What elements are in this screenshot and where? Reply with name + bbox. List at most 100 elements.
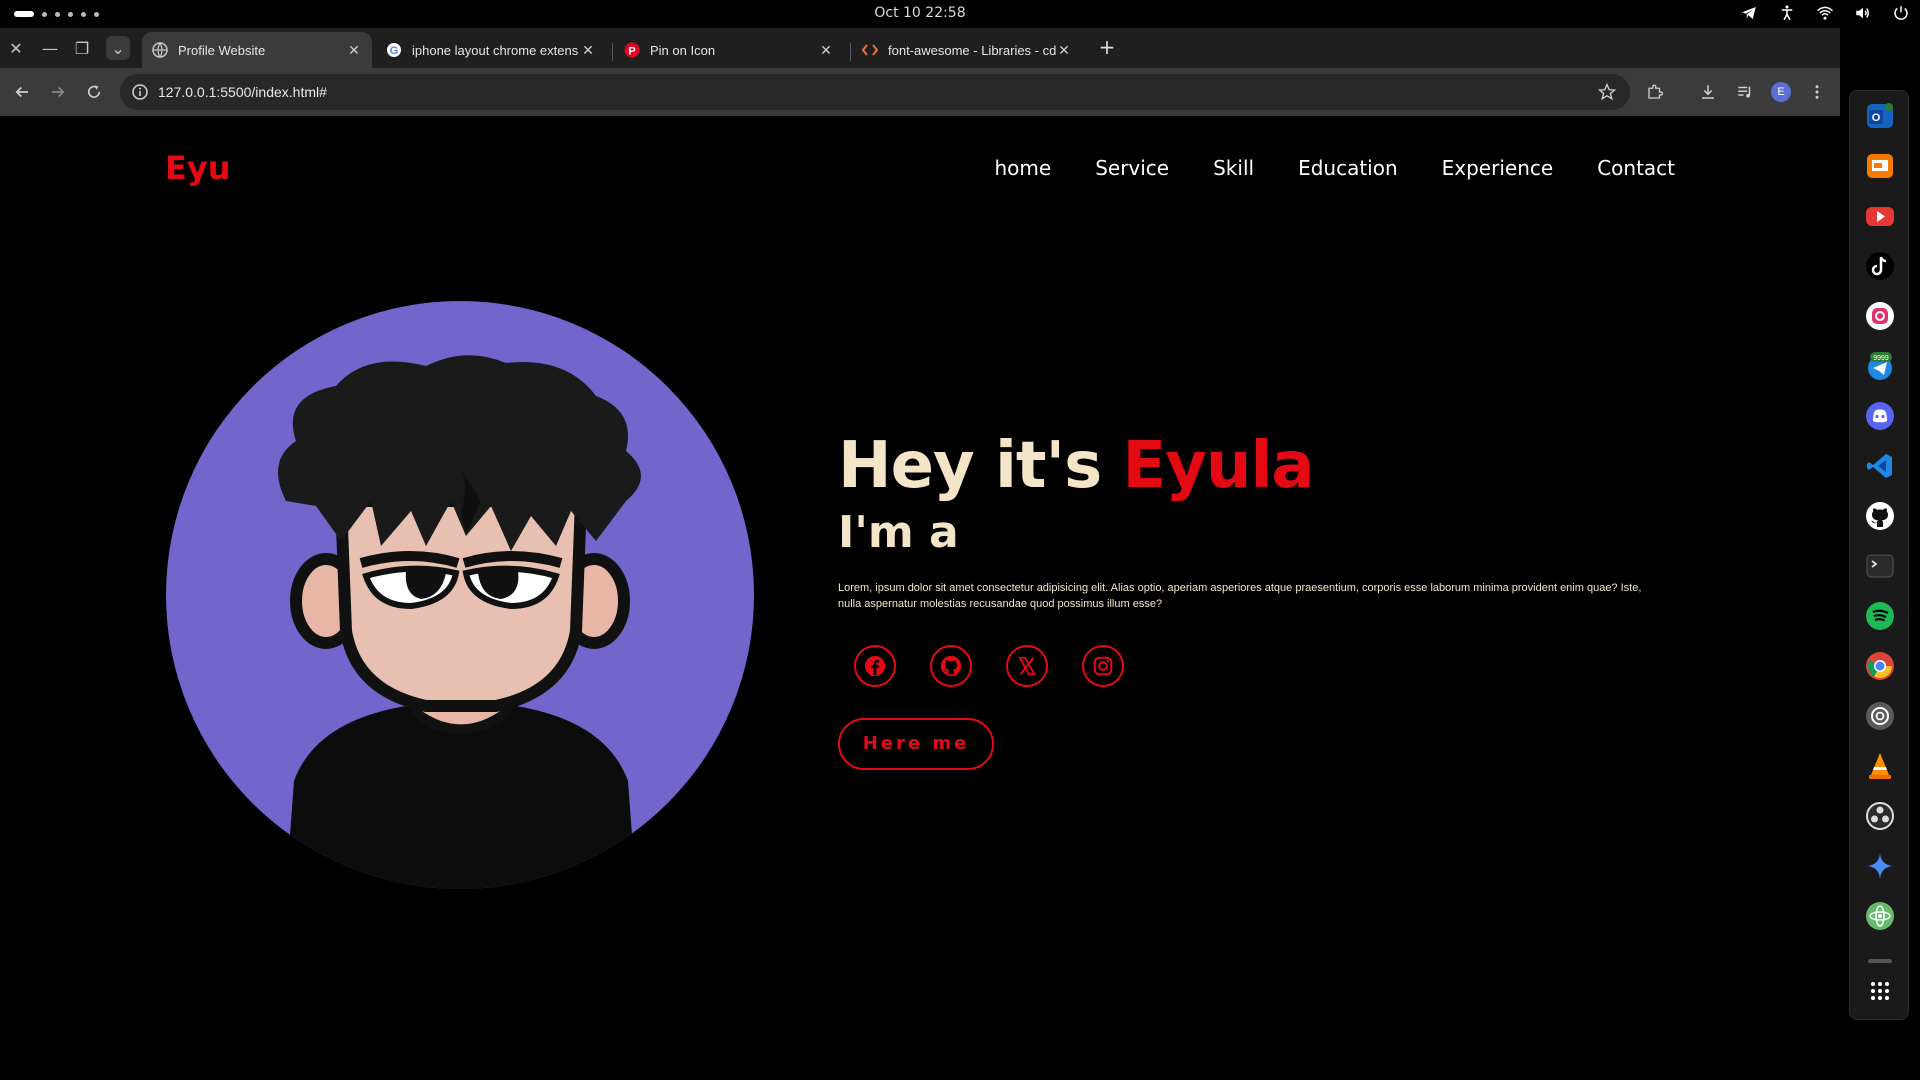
arrow-right-icon xyxy=(52,86,65,98)
media-controls-button[interactable] xyxy=(1731,78,1759,106)
tab-iphone-layout[interactable]: G iphone layout chrome extens ✕ xyxy=(376,32,606,68)
facebook-link[interactable] xyxy=(854,645,896,687)
dock-atom[interactable] xyxy=(1865,901,1895,931)
dock-chatgpt[interactable] xyxy=(1865,701,1895,731)
x-icon xyxy=(1018,656,1036,676)
x-link[interactable] xyxy=(1006,645,1048,687)
nav-home[interactable]: home xyxy=(994,156,1051,180)
hero-heading: Hey it's Eyula xyxy=(838,429,1658,503)
url-text[interactable]: 127.0.0.1:5500/index.html# xyxy=(158,84,1598,100)
close-tab-icon[interactable]: ✕ xyxy=(1056,42,1072,59)
back-button[interactable] xyxy=(8,78,36,106)
reload-button[interactable] xyxy=(80,78,108,106)
chatgpt-icon xyxy=(1866,702,1894,730)
system-top-bar: Oct 10 22:58 xyxy=(0,0,1920,28)
telegram-icon[interactable] xyxy=(1740,4,1758,22)
nav-contact[interactable]: Contact xyxy=(1597,156,1675,180)
more-vert-icon xyxy=(1815,85,1819,99)
tab-profile-website[interactable]: Profile Website ✕ xyxy=(142,32,372,68)
close-window-icon[interactable]: ✕ xyxy=(4,36,28,60)
dock-vscode[interactable] xyxy=(1865,451,1895,481)
bookmark-star-icon[interactable] xyxy=(1598,83,1616,101)
close-tab-icon[interactable]: ✕ xyxy=(580,42,596,59)
volume-icon[interactable] xyxy=(1854,4,1872,22)
close-tab-icon[interactable]: ✕ xyxy=(346,42,362,59)
nav-service[interactable]: Service xyxy=(1095,156,1169,180)
hero-text: Hey it's Eyula I'm a Lorem, ipsum dolor … xyxy=(838,429,1658,612)
social-links xyxy=(854,645,1124,687)
dock-github[interactable] xyxy=(1865,501,1895,531)
restore-window-icon[interactable]: ❐ xyxy=(70,36,94,60)
gemini-icon xyxy=(1867,853,1893,879)
clock[interactable]: Oct 10 22:58 xyxy=(0,5,1840,21)
downloads-button[interactable] xyxy=(1694,78,1722,106)
dock-gemini[interactable] xyxy=(1865,851,1895,881)
show-apps-button[interactable] xyxy=(1865,976,1895,1006)
dock-vlc[interactable] xyxy=(1865,751,1895,781)
tab-title: iphone layout chrome extens xyxy=(412,42,579,58)
minimize-window-icon[interactable]: — xyxy=(38,36,62,60)
tab-pin-on-icon[interactable]: P Pin on Icon ✕ xyxy=(614,32,844,68)
globe-icon xyxy=(152,42,168,58)
nav-education[interactable]: Education xyxy=(1298,156,1398,180)
instagram-icon xyxy=(1093,656,1113,676)
site-logo[interactable]: Eyu xyxy=(165,149,231,187)
dock-obs[interactable] xyxy=(1865,801,1895,831)
tiktok-icon xyxy=(1866,252,1894,280)
svg-text:G: G xyxy=(390,45,399,57)
github-icon xyxy=(1866,502,1894,530)
outlook-icon: O xyxy=(1867,103,1893,128)
presentation-icon xyxy=(1867,154,1893,178)
atom-icon xyxy=(1866,902,1894,930)
chrome-icon xyxy=(1866,652,1894,680)
site-info-icon[interactable] xyxy=(132,84,148,100)
github-icon xyxy=(940,655,962,677)
dock-discord[interactable] xyxy=(1865,401,1895,431)
dock-separator xyxy=(1868,959,1892,963)
profile-avatar[interactable]: E xyxy=(1771,82,1791,102)
discord-icon xyxy=(1866,402,1894,430)
hero-description: Lorem, ipsum dolor sit amet consectetur … xyxy=(838,582,1642,610)
vscode-icon xyxy=(1867,454,1892,478)
tab-search-button[interactable]: ⌄ xyxy=(106,36,130,60)
cartoon-avatar-image xyxy=(278,355,641,889)
instagram-icon xyxy=(1866,302,1894,330)
chrome-menu-button[interactable] xyxy=(1803,78,1831,106)
new-tab-button[interactable]: + xyxy=(1095,36,1119,60)
here-me-button[interactable]: Here me xyxy=(838,718,994,770)
accessibility-icon[interactable] xyxy=(1778,4,1796,22)
dock-spotify[interactable] xyxy=(1865,601,1895,631)
github-link[interactable] xyxy=(930,645,972,687)
dock-presentation[interactable] xyxy=(1865,151,1895,181)
dock-telegram[interactable]: 9999 xyxy=(1865,351,1895,381)
telegram-icon: 9999 xyxy=(1868,352,1892,380)
forward-button[interactable] xyxy=(44,78,72,106)
spotify-icon xyxy=(1866,602,1894,630)
browser-window: ✕ — ❐ ⌄ Profile Website ✕ G iphone layou… xyxy=(0,28,1840,116)
extensions-button[interactable] xyxy=(1641,78,1669,106)
nav-skill[interactable]: Skill xyxy=(1213,156,1254,180)
dock-terminal[interactable] xyxy=(1865,551,1895,581)
dock-tiktok[interactable] xyxy=(1865,251,1895,281)
address-bar[interactable]: 127.0.0.1:5500/index.html# xyxy=(120,74,1630,110)
tab-separator xyxy=(850,43,851,61)
nav-experience[interactable]: Experience xyxy=(1442,156,1554,180)
dock-outlook[interactable]: O xyxy=(1865,101,1895,131)
tab-font-awesome[interactable]: font-awesome - Libraries - cd ✕ xyxy=(852,32,1082,68)
dock-youtube[interactable] xyxy=(1865,201,1895,231)
wifi-icon[interactable] xyxy=(1816,4,1834,22)
code-icon xyxy=(862,44,878,56)
close-tab-icon[interactable]: ✕ xyxy=(818,42,834,59)
dock-chrome[interactable] xyxy=(1865,651,1895,681)
system-tray[interactable] xyxy=(1740,4,1910,22)
dock-instagram[interactable] xyxy=(1865,301,1895,331)
tab-title: Profile Website xyxy=(178,42,266,58)
app-grid-icon xyxy=(1871,982,1889,1000)
tab-strip: ✕ — ❐ ⌄ Profile Website ✕ G iphone layou… xyxy=(0,28,1840,68)
vlc-icon xyxy=(1869,753,1891,779)
instagram-link[interactable] xyxy=(1082,645,1124,687)
browser-toolbar: 127.0.0.1:5500/index.html# E xyxy=(0,68,1840,116)
app-dock: O 9999 xyxy=(1849,90,1909,1020)
greeting-prefix: Hey it's xyxy=(838,429,1123,503)
power-icon[interactable] xyxy=(1892,4,1910,22)
